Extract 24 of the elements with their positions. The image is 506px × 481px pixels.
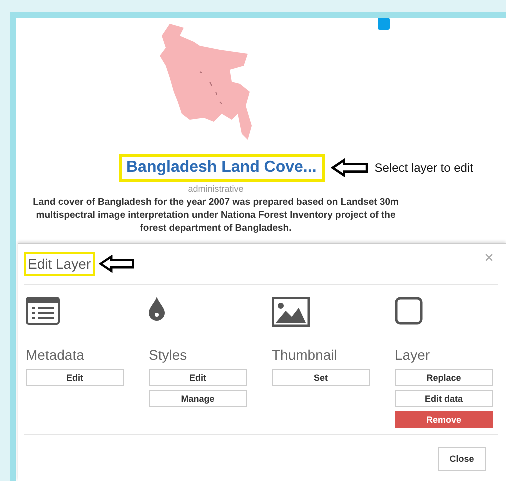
left-arrow-icon [99,255,136,273]
category-label: administrative [188,184,244,194]
action-button[interactable]: Manage [149,390,247,407]
panel-title: Edit Layer [24,252,96,276]
left-arrow-icon [330,158,369,178]
section-label: Layer [395,347,432,363]
close-dialog-button[interactable]: Close [438,447,486,471]
section-label: Styles [149,347,188,363]
action-button[interactable]: Replace [395,369,493,386]
action-button[interactable]: Edit [149,369,247,386]
action-button[interactable]: Edit [26,369,124,386]
drop-icon [149,297,165,321]
section-label: Thumbnail [272,347,338,363]
layer-title-link[interactable]: Bangladesh Land Cove... [118,154,325,182]
list-icon [26,297,60,325]
action-button[interactable]: Set [272,369,370,386]
status-square-icon [378,18,390,30]
callout-text: Select layer to edit [374,161,474,175]
layer-description: Land cover of Bangladesh for the year 2007 was prepared based on Landset 30m multispectral image interpretation under Nationa Forest Inventory project of the forest department of Bangladesh. [32,196,400,235]
square-icon [395,297,423,325]
remove-button[interactable]: Remove [395,411,493,428]
section-label: Metadata [26,347,86,363]
image-icon [272,297,310,327]
action-button[interactable]: Edit data [395,390,493,407]
